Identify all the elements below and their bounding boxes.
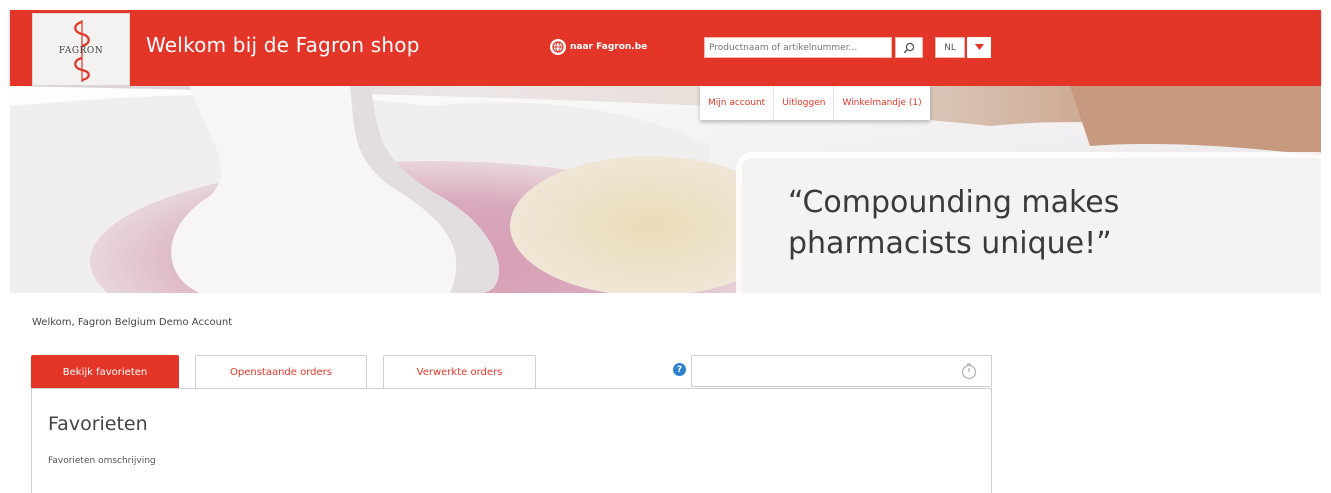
fagron-site-link[interactable]: naar Fagron.be xyxy=(550,38,647,56)
top-header: FAGRON Welkom bij de Fagron shop naar Fa… xyxy=(10,10,1321,86)
timer-icon[interactable] xyxy=(960,362,978,380)
panel-description: Favorieten omschrijving xyxy=(48,456,156,466)
tab-favorites[interactable]: Bekijk favorieten xyxy=(31,355,179,389)
nav-cart[interactable]: Winkelmandje (1) xyxy=(834,86,929,120)
filter-input[interactable] xyxy=(691,355,992,387)
quote-card: “Compounding makes pharmacists unique!” xyxy=(742,158,1321,293)
fagron-logo[interactable]: FAGRON xyxy=(32,13,130,86)
tab-open-orders[interactable]: Openstaande orders xyxy=(195,355,367,389)
fagron-link-label: naar Fagron.be xyxy=(570,42,648,52)
globe-icon xyxy=(550,39,566,55)
nav-my-account[interactable]: Mijn account xyxy=(700,86,775,120)
language-dropdown-button[interactable] xyxy=(967,37,991,58)
favorites-panel: Favorieten Favorieten omschrijving xyxy=(31,388,992,493)
hero-banner: Mijn account Uitloggen Winkelmandje (1) … xyxy=(10,86,1321,293)
welcome-message: Welkom, Fagron Belgium Demo Account xyxy=(32,317,233,328)
search-icon xyxy=(903,42,915,53)
language-select[interactable]: NL xyxy=(935,37,991,58)
search-button[interactable] xyxy=(895,37,923,58)
nav-logout[interactable]: Uitloggen xyxy=(774,86,835,120)
help-icon[interactable]: ? xyxy=(673,363,686,376)
logo-wordmark: FAGRON xyxy=(58,46,104,56)
chevron-down-icon xyxy=(974,44,984,50)
hero-quote: “Compounding makes pharmacists unique!” xyxy=(788,185,1120,261)
panel-title: Favorieten xyxy=(48,413,148,435)
language-value: NL xyxy=(935,37,965,58)
product-search-input[interactable] xyxy=(704,37,892,58)
tab-processed-orders[interactable]: Verwerkte orders xyxy=(383,355,536,389)
page-title: Welkom bij de Fagron shop xyxy=(146,33,420,57)
account-nav: Mijn account Uitloggen Winkelmandje (1) xyxy=(700,86,930,120)
